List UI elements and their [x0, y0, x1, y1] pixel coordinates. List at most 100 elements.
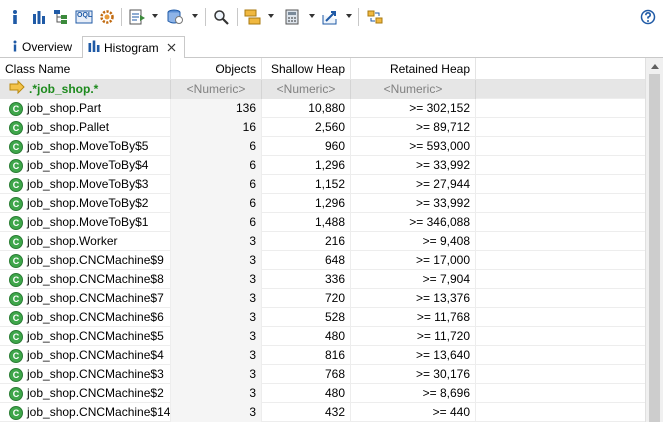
class-icon: C [9, 158, 23, 173]
class-icon: C [9, 386, 23, 401]
gear-icon[interactable] [98, 7, 116, 27]
report-icon[interactable] [127, 7, 147, 27]
class-name-cell: Cjob_shop.MoveToBy$2 [0, 194, 171, 213]
shallow-heap-cell: 480 [262, 327, 351, 346]
objects-cell: 136 [171, 99, 262, 118]
histogram-icon [88, 40, 100, 55]
help-icon[interactable] [638, 7, 658, 27]
class-name-text: job_shop.CNCMachine$3 [27, 367, 164, 381]
scroll-up-icon[interactable] [651, 64, 659, 69]
objects-cell: 6 [171, 175, 262, 194]
table-row[interactable]: Cjob_shop.MoveToBy$4 6 1,296 >= 33,992 [0, 156, 645, 175]
table-row[interactable]: Cjob_shop.MoveToBy$5 6 960 >= 593,000 [0, 137, 645, 156]
retained-heap-cell: >= 593,000 [351, 137, 476, 156]
class-name-cell: Cjob_shop.Pallet [0, 118, 171, 137]
objects-cell: 3 [171, 384, 262, 403]
class-icon: C [9, 215, 23, 230]
table-row[interactable]: Cjob_shop.CNCMachine$8 3 336 >= 7,904 [0, 270, 645, 289]
scrollbar-thumb[interactable] [649, 74, 660, 422]
histogram-icon[interactable] [30, 7, 48, 27]
toolbar: OQL [0, 0, 663, 34]
class-icon: C [9, 367, 23, 382]
table-row[interactable]: Cjob_shop.CNCMachine$7 3 720 >= 13,376 [0, 289, 645, 308]
objects-cell: 3 [171, 346, 262, 365]
column-header-objects[interactable]: ⌄ Objects [171, 58, 262, 80]
column-header-class-name[interactable]: Class Name [0, 58, 171, 80]
tab-overview[interactable]: Overview [4, 36, 82, 58]
retained-heap-cell: >= 302,152 [351, 99, 476, 118]
table-row[interactable]: Cjob_shop.CNCMachine$14 3 432 >= 440 [0, 403, 645, 422]
class-icon: C [9, 405, 23, 420]
class-name-cell: Cjob_shop.CNCMachine$2 [0, 384, 171, 403]
class-name-text: job_shop.CNCMachine$9 [27, 253, 164, 267]
shallow-heap-cell: 1,296 [262, 194, 351, 213]
class-icon: C [9, 329, 23, 344]
tab-label: Histogram [104, 40, 159, 55]
class-icon: C [9, 234, 23, 249]
shallow-heap-cell: 10,880 [262, 99, 351, 118]
close-icon[interactable] [167, 43, 176, 52]
chevron-down-icon[interactable] [346, 14, 352, 18]
table-row[interactable]: Cjob_shop.Pallet 16 2,560 >= 89,712 [0, 118, 645, 137]
chevron-down-icon[interactable] [268, 14, 274, 18]
table-row[interactable]: Cjob_shop.CNCMachine$9 3 648 >= 17,000 [0, 251, 645, 270]
table-row[interactable]: Cjob_shop.Part 136 10,880 >= 302,152 [0, 99, 645, 118]
table-row[interactable]: Cjob_shop.CNCMachine$6 3 528 >= 11,768 [0, 308, 645, 327]
shallow-heap-cell: 768 [262, 365, 351, 384]
table-row[interactable]: Cjob_shop.CNCMachine$4 3 816 >= 13,640 [0, 346, 645, 365]
class-name-cell: Cjob_shop.CNCMachine$14 [0, 403, 171, 422]
table-row[interactable]: Cjob_shop.MoveToBy$1 6 1,488 >= 346,088 [0, 213, 645, 232]
class-icon: C [9, 253, 23, 268]
class-name-text: job_shop.CNCMachine$7 [27, 291, 164, 305]
class-name-cell: Cjob_shop.MoveToBy$5 [0, 137, 171, 156]
table-row[interactable]: Cjob_shop.CNCMachine$5 3 480 >= 11,720 [0, 327, 645, 346]
dominator-tree-icon[interactable] [52, 7, 70, 27]
heap-dump-icon[interactable] [165, 7, 185, 27]
class-icon: C [9, 120, 23, 135]
class-name-cell: Cjob_shop.Part [0, 99, 171, 118]
class-name-filter[interactable]: .*job_shop.* [0, 80, 171, 99]
column-header-retained-heap[interactable]: Retained Heap [351, 58, 476, 80]
class-icon: C [9, 139, 23, 154]
objects-cell: 3 [171, 308, 262, 327]
shallow-heap-cell: 480 [262, 384, 351, 403]
column-header-shallow-heap[interactable]: Shallow Heap [262, 58, 351, 80]
chevron-down-icon[interactable] [192, 14, 198, 18]
retained-heap-cell: >= 13,640 [351, 346, 476, 365]
class-name-cell: Cjob_shop.CNCMachine$4 [0, 346, 171, 365]
objects-cell: 3 [171, 327, 262, 346]
shallow-heap-cell: 1,152 [262, 175, 351, 194]
retained-heap-cell: >= 33,992 [351, 194, 476, 213]
objects-filter[interactable]: <Numeric> [171, 80, 262, 99]
oql-icon[interactable]: OQL [74, 7, 94, 27]
table-row[interactable]: Cjob_shop.MoveToBy$3 6 1,152 >= 27,944 [0, 175, 645, 194]
group-icon[interactable] [243, 7, 263, 27]
chevron-down-icon[interactable] [309, 14, 315, 18]
tab-histogram[interactable]: Histogram [82, 36, 185, 59]
calculator-icon[interactable] [282, 7, 302, 27]
retained-heap-cell: >= 30,176 [351, 365, 476, 384]
retained-heap-cell: >= 7,904 [351, 270, 476, 289]
table-row[interactable]: Cjob_shop.Worker 3 216 >= 9,408 [0, 232, 645, 251]
table-row[interactable]: Cjob_shop.CNCMachine$3 3 768 >= 30,176 [0, 365, 645, 384]
info-icon[interactable] [8, 7, 22, 27]
compare-icon[interactable] [365, 7, 385, 27]
table-row[interactable]: Cjob_shop.CNCMachine$2 3 480 >= 8,696 [0, 384, 645, 403]
shallow-heap-cell: 648 [262, 251, 351, 270]
objects-cell: 3 [171, 403, 262, 422]
objects-cell: 3 [171, 232, 262, 251]
search-icon[interactable] [211, 7, 231, 27]
class-name-text: job_shop.CNCMachine$2 [27, 386, 164, 400]
table-row[interactable]: Cjob_shop.MoveToBy$2 6 1,296 >= 33,992 [0, 194, 645, 213]
class-name-cell: Cjob_shop.CNCMachine$7 [0, 289, 171, 308]
retained-heap-filter[interactable]: <Numeric> [351, 80, 476, 99]
class-name-text: job_shop.MoveToBy$4 [27, 158, 149, 172]
objects-cell: 3 [171, 289, 262, 308]
vertical-scrollbar[interactable] [645, 58, 663, 422]
filter-icon [9, 80, 25, 99]
shallow-heap-filter[interactable]: <Numeric> [262, 80, 351, 99]
shallow-heap-cell: 528 [262, 308, 351, 327]
export-icon[interactable] [320, 7, 342, 27]
chevron-down-icon[interactable] [152, 14, 158, 18]
class-name-text: job_shop.CNCMachine$8 [27, 272, 164, 286]
